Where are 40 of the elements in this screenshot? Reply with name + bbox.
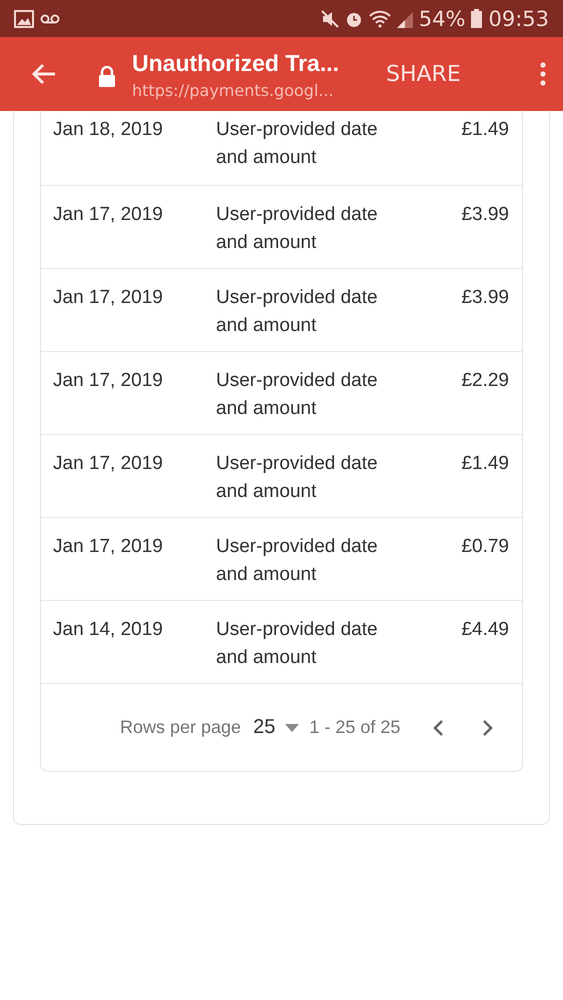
description-cell-text: User-provided date and amount [216,369,379,421]
description-cell-text: User-provided date and amount [216,618,379,670]
rows-per-page-label: Rows per page [120,717,242,738]
date-cell-text: Jan 17, 2019 [53,452,164,476]
page-title: Unauthorized Tra... [132,48,340,76]
amount-cell-text: £0.79 [461,535,509,559]
date-cell-text: Jan 17, 2019 [53,369,164,393]
previous-page-icon[interactable] [432,718,444,736]
more-menu-icon[interactable] [540,62,546,86]
description-cell-text: User-provided date and amount [216,535,379,587]
wifi-icon [368,10,391,28]
amount-cell-text: £1.49 [461,118,509,142]
description-cell-text: User-provided date and amount [216,203,379,255]
battery-percentage: 54% [418,6,466,30]
lock-icon [98,66,116,88]
date-cell-text: Jan 18, 2019 [53,118,164,142]
date-cell-text: Jan 17, 2019 [53,203,164,227]
date-cell-text: Jan 17, 2019 [53,286,164,310]
mute-icon [320,10,339,28]
amount-cell-text: £4.49 [461,618,509,642]
back-arrow-icon[interactable] [31,62,57,86]
date-cell-text: Jan 17, 2019 [53,535,164,559]
amount-cell-text: £2.29 [461,369,509,393]
description-cell-text: User-provided date and amount [216,452,379,504]
amount-cell-text: £1.49 [461,452,509,476]
image-icon [14,10,34,28]
voicemail-icon [40,14,60,24]
clock-time: 09:53 [488,6,549,30]
description-cell-text: User-provided date and amount [216,118,379,170]
signal-icon [396,10,413,28]
amount-cell-text: £3.99 [461,286,509,310]
amount-cell-text: £3.99 [461,203,509,227]
rows-per-page-dropdown[interactable]: 25 [253,716,300,739]
next-page-icon[interactable] [482,718,494,736]
description-cell-text: User-provided date and amount [216,286,379,338]
page-url: https://payments.googl... [132,80,335,100]
page-range: 1 - 25 of 25 [309,717,400,738]
dropdown-caret-icon [285,724,300,732]
battery-icon [471,9,482,28]
date-cell-text: Jan 14, 2019 [53,618,164,642]
